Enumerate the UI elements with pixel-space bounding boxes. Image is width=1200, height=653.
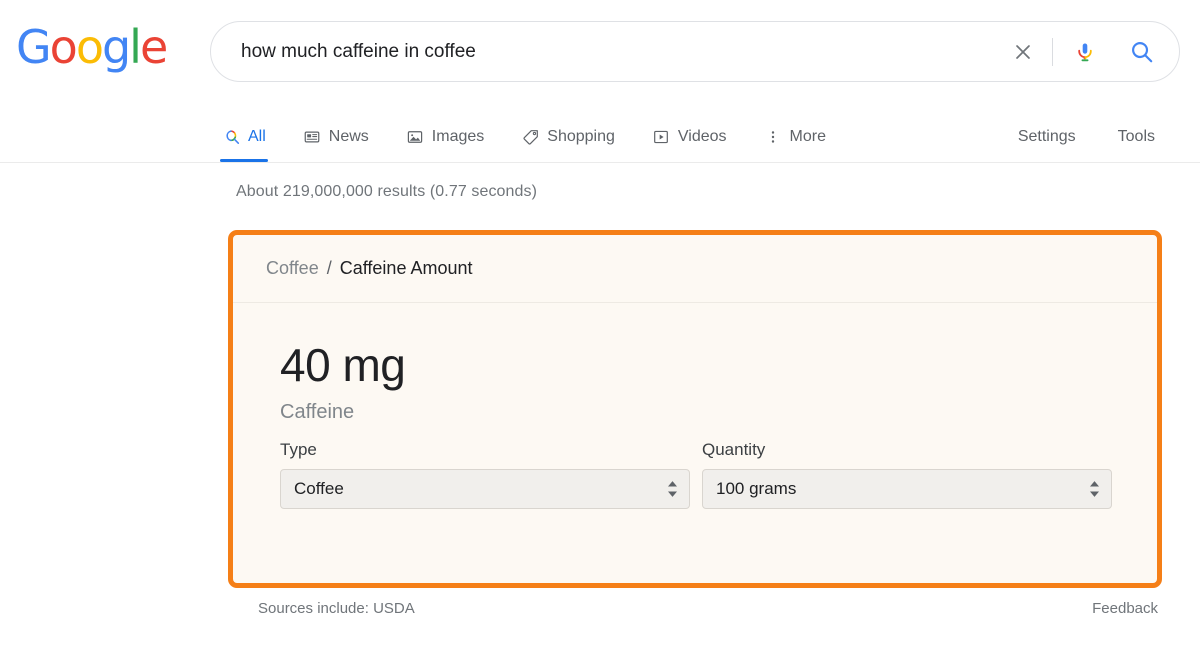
quantity-label: Quantity xyxy=(702,440,1112,460)
breadcrumb: Coffee / Caffeine Amount xyxy=(233,235,1157,303)
type-control: Type Coffee xyxy=(280,440,690,509)
google-search-results-page: Google xyxy=(0,0,1200,653)
answer-card-footer: Sources include: USDA Feedback xyxy=(258,600,1158,617)
answer-value-label: Caffeine xyxy=(280,401,1157,424)
google-logo[interactable]: Google xyxy=(16,24,166,70)
search-box[interactable] xyxy=(210,21,1180,82)
clear-search-button[interactable] xyxy=(1000,29,1046,75)
tab-all[interactable]: All xyxy=(222,110,266,154)
tab-label: All xyxy=(248,128,266,146)
image-icon xyxy=(406,128,425,147)
tab-label: Images xyxy=(432,128,484,146)
answer-card-body: 40 mg Caffeine Type Coffee Quantity xyxy=(233,303,1157,509)
more-vertical-icon xyxy=(764,128,783,147)
tab-videos[interactable]: Videos xyxy=(652,110,727,154)
tab-label: News xyxy=(329,128,369,146)
voice-search-button[interactable] xyxy=(1059,29,1111,75)
search-divider xyxy=(1052,38,1053,66)
quantity-select[interactable]: 100 grams xyxy=(702,469,1112,509)
type-select[interactable]: Coffee xyxy=(280,469,690,509)
breadcrumb-separator: / xyxy=(327,258,332,279)
quantity-control: Quantity 100 grams xyxy=(702,440,1112,509)
search-submit-button[interactable] xyxy=(1111,29,1173,75)
close-icon xyxy=(1012,41,1034,63)
tools-link[interactable]: Tools xyxy=(1118,128,1155,146)
page-header: Google xyxy=(0,0,1200,163)
quantity-select-value: 100 grams xyxy=(716,479,796,499)
active-tab-indicator xyxy=(220,159,268,162)
feedback-link[interactable]: Feedback xyxy=(1092,600,1158,617)
caffeine-answer-card: Coffee / Caffeine Amount 40 mg Caffeine … xyxy=(228,230,1162,588)
tag-icon xyxy=(521,128,540,147)
answer-value: 40 mg xyxy=(280,341,1157,389)
stepper-arrows-icon xyxy=(667,481,678,498)
search-input[interactable] xyxy=(211,38,1000,66)
search-icon xyxy=(1129,39,1155,65)
microphone-icon xyxy=(1073,40,1097,64)
tab-news[interactable]: News xyxy=(303,110,369,154)
search-navigation-bar: All News xyxy=(0,110,1200,163)
tab-shopping[interactable]: Shopping xyxy=(521,110,615,154)
tab-label: Shopping xyxy=(547,128,615,146)
type-label: Type xyxy=(280,440,690,460)
tab-images[interactable]: Images xyxy=(406,110,484,154)
nav-right-links: Settings Tools xyxy=(976,110,1200,154)
sources-text: Sources include: USDA xyxy=(258,600,415,617)
breadcrumb-leaf: Caffeine Amount xyxy=(340,258,473,279)
video-icon xyxy=(652,128,671,147)
tab-label: Videos xyxy=(678,128,727,146)
answer-controls: Type Coffee Quantity 100 grams xyxy=(280,440,1157,509)
news-icon xyxy=(303,128,322,147)
result-stats: About 219,000,000 results (0.77 seconds) xyxy=(236,183,537,201)
tab-label: More xyxy=(790,128,826,146)
breadcrumb-root[interactable]: Coffee xyxy=(266,258,319,279)
stepper-arrows-icon xyxy=(1089,481,1100,498)
tab-more[interactable]: More xyxy=(764,110,826,154)
type-select-value: Coffee xyxy=(294,479,344,499)
settings-link[interactable]: Settings xyxy=(1018,128,1076,146)
search-icon xyxy=(222,128,241,147)
